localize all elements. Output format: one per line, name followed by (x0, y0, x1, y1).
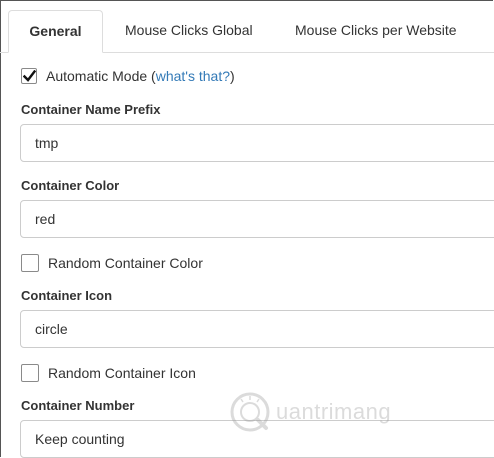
automatic-mode-row: Automatic Mode (what's that?) (21, 66, 235, 86)
random-container-color-checkbox[interactable] (21, 254, 39, 272)
container-number-input[interactable]: Keep counting (20, 420, 494, 458)
tab-bar: General Mouse Clicks Global Mouse Clicks… (0, 0, 494, 53)
random-container-icon-checkbox[interactable] (21, 364, 39, 382)
random-container-icon-row: Random Container Icon (21, 363, 196, 383)
checkmark-icon (23, 70, 36, 82)
automatic-mode-label-suffix: ) (230, 68, 235, 84)
container-color-label: Container Color (21, 178, 120, 193)
container-number-label: Container Number (21, 398, 135, 413)
automatic-mode-label: Automatic Mode ( (46, 68, 156, 84)
container-name-prefix-input[interactable]: tmp (20, 124, 494, 162)
random-container-icon-label: Random Container Icon (48, 365, 196, 381)
container-icon-label: Container Icon (21, 288, 113, 303)
random-container-color-label: Random Container Color (48, 255, 203, 271)
tab-mouse-clicks-global[interactable]: Mouse Clicks Global (125, 10, 253, 53)
whats-that-link[interactable]: what's that? (156, 68, 230, 84)
container-icon-input[interactable]: circle (20, 310, 494, 348)
tab-mouse-clicks-per-website[interactable]: Mouse Clicks per Website (295, 10, 457, 53)
automatic-mode-checkbox[interactable] (21, 68, 37, 84)
random-container-color-row: Random Container Color (21, 253, 203, 273)
tab-general[interactable]: General (8, 10, 103, 53)
container-name-prefix-label: Container Name Prefix (21, 102, 161, 117)
container-color-input[interactable]: red (20, 200, 494, 238)
